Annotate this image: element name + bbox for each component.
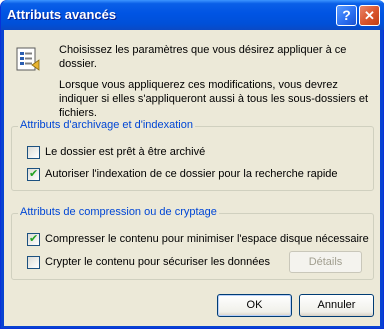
dialog-window: Attributs avancés ? ✕ Choisissez les par… bbox=[0, 0, 384, 329]
compress-group-legend: Attributs de compression ou de cryptage bbox=[18, 206, 219, 218]
cancel-button[interactable]: Annuler bbox=[299, 294, 374, 317]
archive-ready-checkbox[interactable] bbox=[27, 146, 40, 159]
close-button[interactable]: ✕ bbox=[359, 5, 380, 26]
dialog-body: Choisissez les paramètres que vous désir… bbox=[4, 30, 380, 326]
archive-group-legend: Attributs d'archivage et d'indexation bbox=[18, 119, 195, 131]
archive-index-group: Attributs d'archivage et d'indexation Le… bbox=[11, 119, 374, 191]
help-button[interactable]: ? bbox=[336, 5, 357, 26]
ok-button[interactable]: OK bbox=[217, 294, 292, 317]
title-bar[interactable]: Attributs avancés ? ✕ bbox=[1, 0, 384, 30]
folder-options-icon bbox=[16, 47, 40, 71]
encrypt-checkbox[interactable] bbox=[27, 256, 40, 269]
compress-checkbox[interactable] bbox=[27, 232, 40, 246]
intro-text-2: Lorsque vous appliquerez ces modificatio… bbox=[59, 79, 369, 119]
intro-text-1: Choisissez les paramètres que vous désir… bbox=[59, 44, 347, 70]
compress-encrypt-group: Attributs de compression ou de cryptage … bbox=[11, 206, 374, 280]
compress-label[interactable]: Compresser le contenu pour minimiser l'e… bbox=[45, 233, 369, 245]
window-title: Attributs avancés bbox=[7, 7, 117, 22]
fast-index-label[interactable]: Autoriser l'indexation de ce dossier pou… bbox=[45, 168, 338, 180]
archive-ready-label[interactable]: Le dossier est prêt à être archivé bbox=[45, 146, 205, 158]
fast-index-checkbox[interactable] bbox=[27, 167, 40, 181]
details-button[interactable]: Détails bbox=[289, 251, 362, 273]
encrypt-label[interactable]: Crypter le contenu pour sécuriser les do… bbox=[45, 256, 270, 268]
